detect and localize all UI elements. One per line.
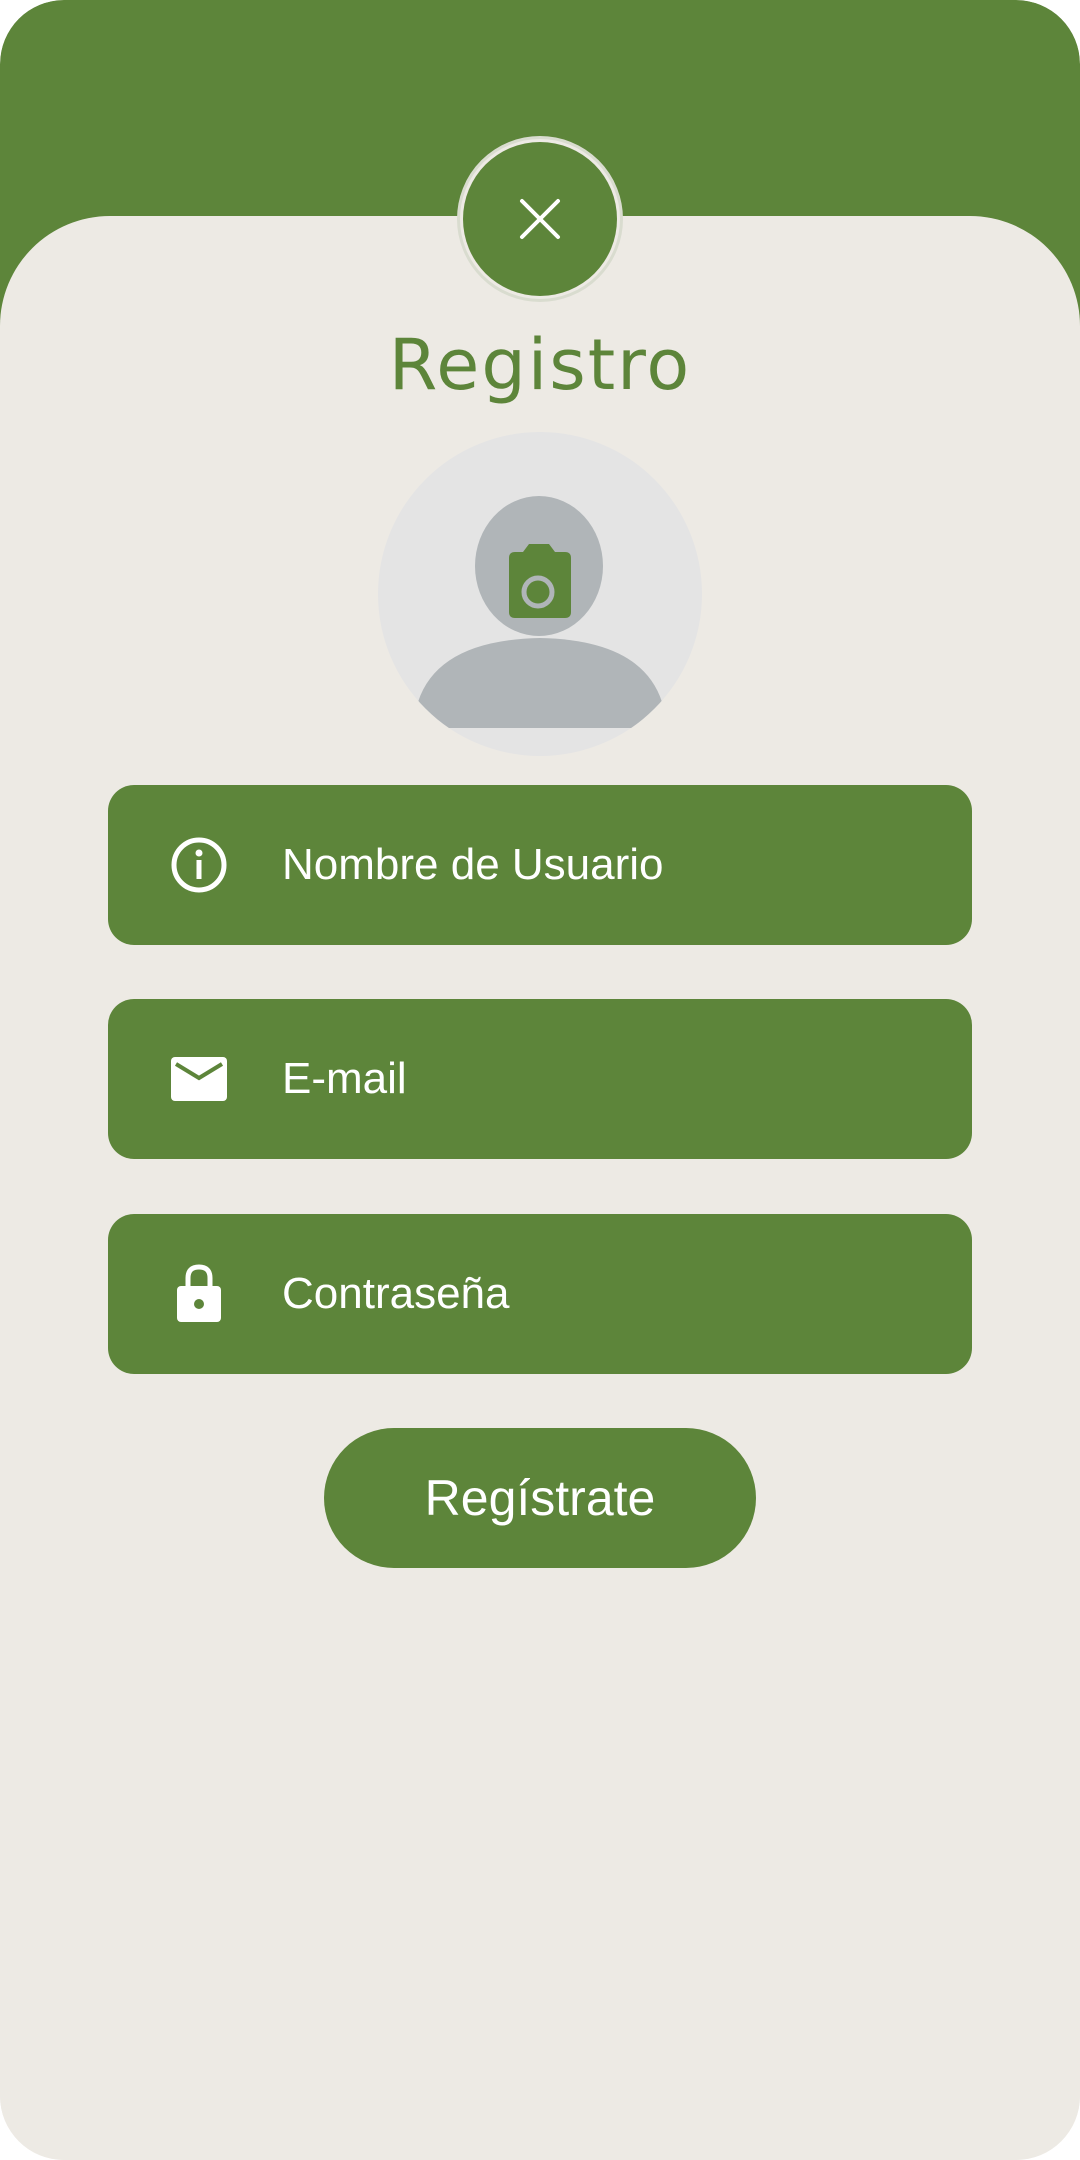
- email-placeholder: E-mail: [282, 1054, 407, 1103]
- page-title: Registro: [388, 324, 692, 406]
- avatar-silhouette: [418, 496, 662, 728]
- close-button[interactable]: [463, 142, 617, 296]
- password-placeholder: Contraseña: [282, 1269, 510, 1318]
- lock-icon: [164, 1259, 234, 1329]
- email-field[interactable]: E-mail: [108, 999, 972, 1159]
- mail-icon: [164, 1044, 234, 1114]
- info-icon: [164, 830, 234, 900]
- register-button[interactable]: Regístrate: [324, 1428, 756, 1568]
- camera-icon: [509, 544, 571, 618]
- registration-screen: Registro Nombre de Usuario E-mail Contra…: [0, 0, 1080, 2160]
- close-icon: [520, 199, 560, 239]
- username-placeholder: Nombre de Usuario: [282, 840, 664, 889]
- username-field[interactable]: Nombre de Usuario: [108, 785, 972, 945]
- avatar-picker[interactable]: [378, 432, 702, 756]
- password-field[interactable]: Contraseña: [108, 1214, 972, 1374]
